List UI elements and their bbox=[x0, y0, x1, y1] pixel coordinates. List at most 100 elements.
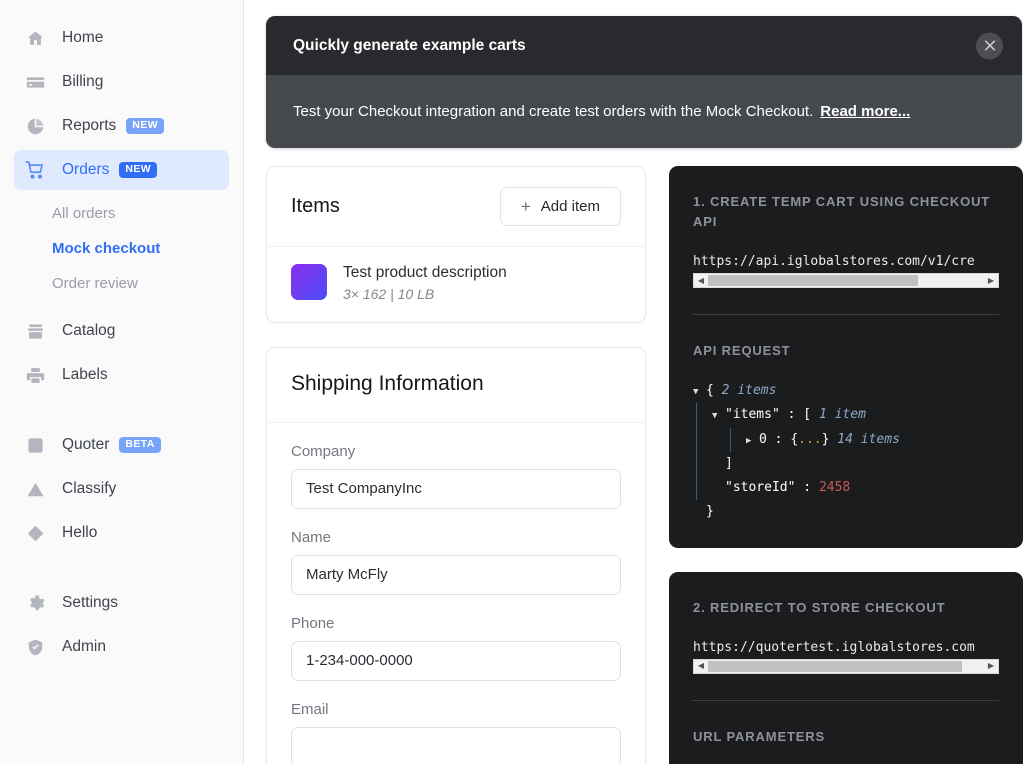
item-description: Test product description bbox=[343, 263, 507, 284]
sidebar-item-label: Classify bbox=[62, 480, 116, 498]
sidebar-item-label: Labels bbox=[62, 366, 108, 384]
json-items-bracket-close: ] bbox=[725, 452, 733, 476]
close-icon[interactable] bbox=[976, 32, 1003, 59]
scrollbar-thumb[interactable] bbox=[708, 275, 918, 286]
company-field[interactable] bbox=[291, 469, 621, 509]
sidebar-item-labels[interactable]: Labels bbox=[14, 355, 229, 395]
sidebar-item-admin[interactable]: Admin bbox=[14, 627, 229, 667]
sidebar-item-catalog[interactable]: Catalog bbox=[14, 311, 229, 351]
api-request-title: API REQUEST bbox=[693, 341, 999, 361]
triangle-icon bbox=[24, 478, 46, 500]
json-storeid-key: "storeId" bbox=[725, 476, 795, 500]
sidebar-item-order-review[interactable]: Order review bbox=[0, 266, 243, 301]
sidebar-item-all-orders[interactable]: All orders bbox=[0, 196, 243, 231]
json-child-row[interactable]: ▶ 0 : { ... } 14 items bbox=[746, 428, 999, 452]
url-parameters-title: URL PARAMETERS bbox=[693, 727, 999, 747]
json-items-bracket: [ bbox=[803, 403, 811, 427]
json-child-count: 14 items bbox=[837, 428, 900, 452]
json-child-index: 0 bbox=[759, 428, 767, 452]
sidebar-divider-2 bbox=[0, 557, 243, 579]
json-child-brace-open: { bbox=[790, 428, 798, 452]
json-child-ellipsis: ... bbox=[798, 428, 821, 452]
product-thumbnail bbox=[291, 264, 327, 300]
scrollbar-track[interactable] bbox=[708, 660, 984, 673]
item-meta: 3× 162 | 10 LB bbox=[343, 286, 507, 302]
sidebar-item-mock-checkout[interactable]: Mock checkout bbox=[0, 231, 243, 266]
sidebar-subnav: All orders Mock checkout Order review bbox=[0, 194, 243, 307]
items-card-header: Items + Add item bbox=[267, 167, 645, 247]
json-root-close-row: } bbox=[693, 500, 999, 524]
plus-icon: + bbox=[521, 198, 531, 215]
json-level-1: ▼ "items" : [ 1 item bbox=[696, 403, 999, 499]
redirect-store-checkout-panel: 2. Redirect to store checkout https://qu… bbox=[669, 572, 1023, 764]
company-label: Company bbox=[291, 443, 621, 460]
json-level-2: ▶ 0 : { ... } 14 items bbox=[730, 428, 999, 452]
page-title: Items bbox=[291, 195, 340, 218]
banner-text: Test your Checkout integration and creat… bbox=[293, 103, 813, 120]
printer-icon bbox=[24, 364, 46, 386]
pie-chart-icon bbox=[24, 115, 46, 137]
status-badge: BETA bbox=[119, 437, 160, 453]
sidebar-item-orders[interactable]: Orders NEW bbox=[14, 150, 229, 190]
create-temp-cart-panel: 1. Create temp cart using Checkout API h… bbox=[669, 166, 1023, 548]
chevron-down-icon[interactable]: ▼ bbox=[693, 388, 706, 397]
sidebar-item-label: Admin bbox=[62, 638, 106, 656]
sidebar-item-classify[interactable]: Classify bbox=[14, 469, 229, 509]
name-field[interactable] bbox=[291, 555, 621, 595]
sidebar-item-quoter[interactable]: Quoter BETA bbox=[14, 425, 229, 465]
shipping-card-header: Shipping Information bbox=[267, 348, 645, 423]
scroll-left-icon[interactable]: ◀ bbox=[694, 277, 708, 285]
scroll-right-icon[interactable]: ▶ bbox=[984, 277, 998, 285]
horizontal-scrollbar[interactable]: ◀ ▶ bbox=[693, 659, 999, 674]
name-label: Name bbox=[291, 529, 621, 546]
panel-title: 1. Create temp cart using Checkout API bbox=[693, 192, 999, 232]
app-root: Home Billing Reports NEW Orders NEW All … bbox=[0, 0, 1023, 764]
json-root-row[interactable]: ▼ { 2 items bbox=[693, 379, 999, 403]
add-item-button[interactable]: + Add item bbox=[500, 187, 621, 226]
gear-icon bbox=[24, 592, 46, 614]
scrollbar-track[interactable] bbox=[708, 274, 984, 287]
email-field[interactable] bbox=[291, 727, 621, 764]
shipping-information-card: Shipping Information Company Name Phone bbox=[266, 347, 646, 764]
shipping-title: Shipping Information bbox=[291, 372, 621, 396]
sidebar-item-home[interactable]: Home bbox=[14, 18, 229, 58]
shield-check-icon bbox=[24, 636, 46, 658]
json-root-brace-close: } bbox=[706, 500, 714, 524]
sidebar-item-label: Home bbox=[62, 29, 103, 47]
panel-divider bbox=[693, 314, 999, 315]
json-root-count: 2 items bbox=[722, 379, 777, 403]
status-badge: NEW bbox=[126, 118, 164, 134]
json-items-count: 1 item bbox=[819, 403, 866, 427]
sidebar-item-reports[interactable]: Reports NEW bbox=[14, 106, 229, 146]
chevron-down-icon[interactable]: ▼ bbox=[712, 412, 725, 421]
horizontal-scrollbar[interactable]: ◀ ▶ bbox=[693, 273, 999, 288]
json-items-colon: : bbox=[788, 403, 796, 427]
chevron-right-icon[interactable]: ▶ bbox=[746, 437, 759, 446]
json-items-row[interactable]: ▼ "items" : [ 1 item bbox=[712, 403, 999, 427]
sidebar-item-settings[interactable]: Settings bbox=[14, 583, 229, 623]
field-email: Email bbox=[291, 701, 621, 764]
sidebar-item-label: Billing bbox=[62, 73, 103, 91]
main-content: Quickly generate example carts Test your… bbox=[244, 0, 1023, 764]
scrollbar-thumb[interactable] bbox=[708, 661, 962, 672]
panel-divider bbox=[693, 700, 999, 701]
sidebar-item-hello[interactable]: Hello bbox=[14, 513, 229, 553]
sidebar-item-label: Quoter bbox=[62, 436, 109, 454]
sidebar: Home Billing Reports NEW Orders NEW All … bbox=[0, 0, 244, 764]
json-child-colon: : bbox=[775, 428, 783, 452]
scroll-left-icon[interactable]: ◀ bbox=[694, 662, 708, 670]
scroll-right-icon[interactable]: ▶ bbox=[984, 662, 998, 670]
read-more-link[interactable]: Read more... bbox=[820, 103, 910, 120]
json-tree-viewer[interactable]: ▼ { 2 items ▼ "items" : bbox=[693, 379, 999, 523]
item-text-block: Test product description 3× 162 | 10 LB bbox=[343, 263, 507, 302]
json-items-close-row: ] bbox=[712, 452, 999, 476]
banner-header: Quickly generate example carts bbox=[266, 16, 1022, 75]
phone-field[interactable] bbox=[291, 641, 621, 681]
list-item[interactable]: Test product description 3× 162 | 10 LB bbox=[267, 247, 645, 322]
json-storeid-row[interactable]: "storeId" : 2458 bbox=[712, 476, 999, 500]
sidebar-item-label: Reports bbox=[62, 117, 116, 135]
sidebar-item-billing[interactable]: Billing bbox=[14, 62, 229, 102]
json-root-brace: { bbox=[706, 379, 714, 403]
field-phone: Phone bbox=[291, 615, 621, 681]
shipping-form: Company Name Phone Email bbox=[267, 423, 645, 764]
